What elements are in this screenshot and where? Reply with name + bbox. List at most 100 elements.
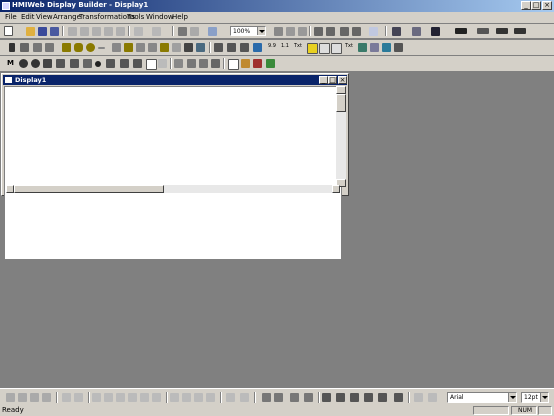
undo-icon[interactable] xyxy=(134,27,143,36)
open-icon[interactable] xyxy=(26,27,35,36)
valve-icon[interactable] xyxy=(43,59,52,68)
flip-vertical-icon[interactable] xyxy=(274,393,283,402)
vertical-bar-icon[interactable] xyxy=(370,43,379,52)
rectangle-icon[interactable] xyxy=(62,43,71,52)
snap-icon[interactable] xyxy=(298,27,307,36)
chart-icon[interactable] xyxy=(199,59,208,68)
zoom-select[interactable]: 100% xyxy=(230,26,266,36)
polyline-icon[interactable] xyxy=(112,43,121,52)
menu-edit[interactable]: Edit xyxy=(21,13,35,21)
alarm-text-icon[interactable] xyxy=(307,43,318,54)
print-preview-icon[interactable] xyxy=(190,27,199,36)
page-icon[interactable] xyxy=(228,59,239,70)
menu-help[interactable]: Help xyxy=(172,13,188,21)
combine-icon[interactable] xyxy=(322,393,331,402)
center-horizontal-icon[interactable] xyxy=(116,393,125,402)
maximize-button[interactable]: □ xyxy=(531,1,541,10)
reshape-icon[interactable] xyxy=(45,43,54,52)
table-icon[interactable] xyxy=(394,43,403,52)
center-vertical-icon[interactable] xyxy=(128,393,137,402)
node-icon[interactable] xyxy=(394,393,403,402)
font-size-select[interactable]: 12pt xyxy=(521,392,549,403)
duplicate-icon[interactable] xyxy=(104,27,113,36)
number-icon[interactable]: 9.9 xyxy=(268,43,277,52)
order-forward-icon[interactable] xyxy=(194,393,203,402)
ungroup-icon[interactable] xyxy=(326,27,335,36)
horizontal-scrollbar[interactable] xyxy=(6,185,340,193)
text-field-icon[interactable] xyxy=(146,59,157,70)
group-icon[interactable] xyxy=(314,27,323,36)
font-select[interactable]: Arial xyxy=(447,392,517,403)
align-center-icon[interactable] xyxy=(18,393,27,402)
target-icon[interactable] xyxy=(19,59,28,68)
menu-tools[interactable]: Tools xyxy=(127,13,144,21)
menu-view[interactable]: View xyxy=(36,13,53,21)
arc-icon[interactable] xyxy=(148,43,157,52)
minimize-button[interactable]: _ xyxy=(521,1,531,10)
rotate-icon[interactable] xyxy=(33,43,42,52)
scroll-right-button[interactable] xyxy=(332,185,340,193)
display-canvas[interactable] xyxy=(4,86,342,260)
scroll-up-button[interactable] xyxy=(336,86,346,94)
align-right-icon[interactable] xyxy=(30,393,39,402)
butterfly-valve-icon[interactable] xyxy=(106,59,115,68)
button-text-icon[interactable] xyxy=(319,43,330,54)
pan-icon[interactable] xyxy=(414,393,423,402)
rotate-right-icon[interactable] xyxy=(304,393,313,402)
test-display-icon[interactable] xyxy=(208,27,217,36)
dial-icon[interactable] xyxy=(31,59,40,68)
union-icon[interactable] xyxy=(336,393,345,402)
polygon-icon[interactable] xyxy=(124,43,133,52)
frame-icon[interactable] xyxy=(133,59,142,68)
arrow-start-icon[interactable] xyxy=(496,28,508,34)
same-height-icon[interactable] xyxy=(74,393,83,402)
curve-icon[interactable] xyxy=(136,43,145,52)
text-color-icon[interactable] xyxy=(431,27,440,36)
line-color-icon[interactable] xyxy=(392,27,401,36)
pushbutton-icon[interactable] xyxy=(196,43,205,52)
rounded-rect-icon[interactable] xyxy=(74,43,83,52)
tank-icon[interactable] xyxy=(83,59,92,68)
rect-box-icon[interactable] xyxy=(120,59,129,68)
indicator-icon[interactable] xyxy=(253,43,262,52)
distribute-icon[interactable] xyxy=(140,393,149,402)
alphanumeric-icon[interactable] xyxy=(214,43,223,52)
display1-window[interactable]: Display1 _ □ × xyxy=(1,73,349,260)
line-icon[interactable] xyxy=(98,47,105,49)
scroll-left-button[interactable] xyxy=(6,185,14,193)
order-front-icon[interactable] xyxy=(170,393,179,402)
trend-icon[interactable] xyxy=(174,59,183,68)
pointer-icon[interactable] xyxy=(9,43,15,52)
ellipse-icon[interactable] xyxy=(86,43,95,52)
align-top-icon[interactable] xyxy=(42,393,51,402)
resize-icon[interactable] xyxy=(226,393,235,402)
lock-icon[interactable] xyxy=(240,393,249,402)
script-icon[interactable] xyxy=(211,59,220,68)
menu-file[interactable]: File xyxy=(5,13,17,21)
send-back-icon[interactable] xyxy=(352,27,361,36)
text-box-icon[interactable] xyxy=(172,43,181,52)
checkbox-icon[interactable] xyxy=(227,43,236,52)
close-button[interactable]: × xyxy=(542,1,552,10)
exclude-icon[interactable] xyxy=(378,393,387,402)
zoom-tool-icon[interactable] xyxy=(20,43,29,52)
scale-icon[interactable] xyxy=(187,59,196,68)
intersect-icon[interactable] xyxy=(350,393,359,402)
menu-arrange[interactable]: Arrange xyxy=(53,13,81,21)
rotate-left-icon[interactable] xyxy=(290,393,299,402)
horizontal-scroll-thumb[interactable] xyxy=(14,185,164,193)
dynamo-icon[interactable] xyxy=(253,59,262,68)
space-vertical-icon[interactable] xyxy=(104,393,113,402)
gauge-icon[interactable] xyxy=(358,43,367,52)
child-minimize-button[interactable]: _ xyxy=(319,76,328,84)
child-maximize-button[interactable]: □ xyxy=(328,76,337,84)
label-icon[interactable] xyxy=(331,43,342,54)
pump-icon[interactable] xyxy=(56,59,65,68)
print-icon[interactable] xyxy=(178,27,187,36)
connector-icon[interactable] xyxy=(184,43,193,52)
vertical-scrollbar[interactable] xyxy=(336,86,346,187)
number-alt-icon[interactable]: 1.1 xyxy=(281,43,290,52)
text-tool-icon[interactable]: Txt xyxy=(294,43,303,52)
copy-icon[interactable] xyxy=(80,27,89,36)
menu-window[interactable]: Window xyxy=(146,13,174,21)
